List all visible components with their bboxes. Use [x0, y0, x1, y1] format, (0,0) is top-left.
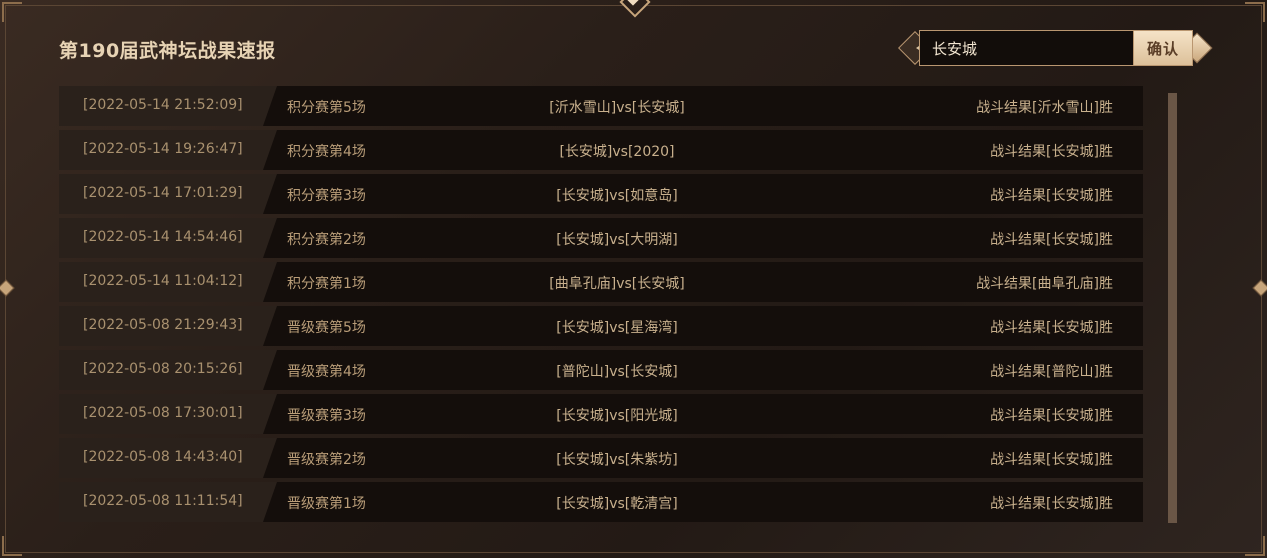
list-item[interactable]: [2022-05-14 19:26:47] 积分赛第4场 [长安城]vs[2020]… — [59, 130, 1143, 170]
match-teams: [长安城]vs[大明湖] — [556, 232, 678, 248]
scrollbar-thumb[interactable] — [1168, 93, 1177, 523]
time-stamp: [2022-05-08 20:15:26] — [83, 361, 243, 377]
list-item[interactable]: [2022-05-08 17:30:01] 晋级赛第3场 [长安城]vs[阳光城] 战… — [59, 394, 1143, 434]
time-stamp: [2022-05-14 19:26:47] — [83, 141, 243, 157]
battle-results-panel: 第190届武神坛战果速报 确认 [2022-05-14 21:52:09] 积分赛… — [0, 0, 1267, 558]
time-stamp: [2022-05-14 14:54:46] — [83, 229, 243, 245]
match-stage: 晋级赛第2场 — [287, 452, 366, 468]
match-teams: [长安城]vs[阳光城] — [556, 408, 678, 424]
time-stamp: [2022-05-14 17:01:29] — [83, 185, 243, 201]
list-item[interactable]: [2022-05-14 14:54:46] 积分赛第2场 [长安城]vs[大明湖] 战… — [59, 218, 1143, 258]
list-item[interactable]: [2022-05-08 20:15:26] 晋级赛第4场 [普陀山]vs[长安城] 战… — [59, 350, 1143, 390]
time-stamp: [2022-05-14 21:52:09] — [83, 97, 243, 113]
list-item[interactable]: [2022-05-14 21:52:09] 积分赛第5场 [沂水雪山]vs[长安城]… — [59, 86, 1143, 126]
match-stage: 积分赛第5场 — [287, 100, 366, 116]
match-result: 战斗结果[长安城]胜 — [990, 452, 1113, 468]
match-stage: 晋级赛第5场 — [287, 320, 366, 336]
corner-ornament — [2, 2, 22, 22]
page-title: 第190届武神坛战果速报 — [59, 40, 276, 62]
match-teams: [长安城]vs[2020] — [559, 144, 675, 160]
search-bar: 确认 — [898, 30, 1213, 66]
confirm-button[interactable]: 确认 — [1133, 30, 1193, 66]
match-teams: [长安城]vs[乾清宫] — [556, 496, 678, 512]
time-stamp: [2022-05-08 17:30:01] — [83, 405, 243, 421]
list-item[interactable]: [2022-05-08 21:29:43] 晋级赛第5场 [长安城]vs[星海湾] 战… — [59, 306, 1143, 346]
match-teams: [曲阜孔庙]vs[长安城] — [549, 276, 685, 292]
diamond-ornament-icon — [1252, 279, 1267, 297]
match-result: 战斗结果[长安城]胜 — [990, 188, 1113, 204]
match-result: 战斗结果[长安城]胜 — [990, 144, 1113, 160]
diamond-ornament-icon — [0, 279, 15, 297]
match-stage: 积分赛第1场 — [287, 276, 366, 292]
time-stamp: [2022-05-08 11:11:54] — [83, 493, 243, 509]
time-stamp: [2022-05-14 11:04:12] — [83, 273, 243, 289]
list-item[interactable]: [2022-05-14 11:04:12] 积分赛第1场 [曲阜孔庙]vs[长安城]… — [59, 262, 1143, 302]
match-stage: 晋级赛第4场 — [287, 364, 366, 380]
match-stage: 晋级赛第1场 — [287, 496, 366, 512]
match-result: 战斗结果[长安城]胜 — [990, 320, 1113, 336]
match-teams: [沂水雪山]vs[长安城] — [549, 100, 685, 116]
results-list[interactable]: [2022-05-14 21:52:09] 积分赛第5场 [沂水雪山]vs[长安城]… — [59, 86, 1143, 523]
match-stage: 积分赛第4场 — [287, 144, 366, 160]
time-stamp: [2022-05-08 14:43:40] — [83, 449, 243, 465]
match-teams: [普陀山]vs[长安城] — [556, 364, 678, 380]
corner-ornament — [1245, 536, 1265, 556]
match-result: 战斗结果[普陀山]胜 — [990, 364, 1113, 380]
match-result: 战斗结果[曲阜孔庙]胜 — [976, 276, 1113, 292]
match-stage: 晋级赛第3场 — [287, 408, 366, 424]
time-stamp: [2022-05-08 21:29:43] — [83, 317, 243, 333]
list-item[interactable]: [2022-05-08 11:11:54] 晋级赛第1场 [长安城]vs[乾清宫] 战… — [59, 482, 1143, 522]
match-teams: [长安城]vs[星海湾] — [556, 320, 678, 336]
corner-ornament — [2, 536, 22, 556]
list-item[interactable]: [2022-05-08 14:43:40] 晋级赛第2场 [长安城]vs[朱紫坊] 战… — [59, 438, 1143, 478]
match-result: 战斗结果[沂水雪山]胜 — [976, 100, 1113, 116]
list-item[interactable]: [2022-05-14 17:01:29] 积分赛第3场 [长安城]vs[如意岛] 战… — [59, 174, 1143, 214]
match-result: 战斗结果[长安城]胜 — [990, 408, 1113, 424]
match-result: 战斗结果[长安城]胜 — [990, 496, 1113, 512]
match-stage: 积分赛第3场 — [287, 188, 366, 204]
match-teams: [长安城]vs[朱紫坊] — [556, 452, 678, 468]
match-result: 战斗结果[长安城]胜 — [990, 232, 1113, 248]
search-input[interactable] — [919, 30, 1135, 66]
match-teams: [长安城]vs[如意岛] — [556, 188, 678, 204]
match-stage: 积分赛第2场 — [287, 232, 366, 248]
corner-ornament — [1245, 2, 1265, 22]
